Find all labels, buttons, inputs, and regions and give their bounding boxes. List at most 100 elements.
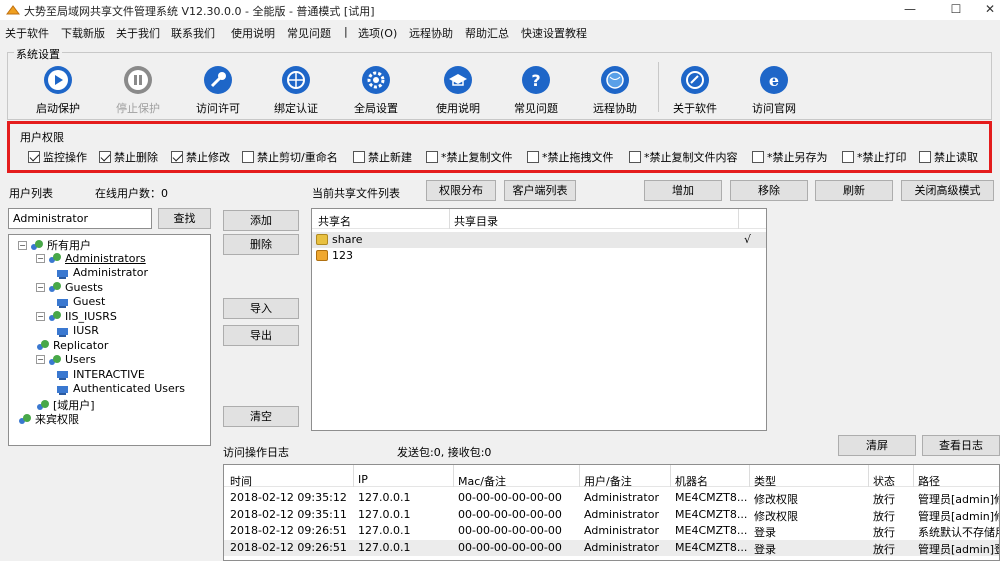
clear-screen-button[interactable]: 清屏 [838, 435, 916, 456]
client-list-button[interactable]: 客户端列表 [504, 180, 576, 201]
log-col-header[interactable]: 类型 [754, 473, 776, 489]
table-row[interactable]: 2018-02-12 09:26:51 127.0.0.1 00-00-00-00-… [224, 523, 999, 539]
global-settings-button[interactable]: 全局设置 [338, 62, 414, 116]
start-protect-button[interactable]: 启动保护 [20, 62, 96, 116]
tree-node[interactable]: Authenticated Users [56, 382, 185, 395]
refresh-button[interactable]: 刷新 [815, 180, 893, 201]
menu-contact[interactable]: 联系我们 [171, 25, 215, 41]
checkbox-no-delete[interactable] [99, 151, 111, 163]
tree-node[interactable]: INTERACTIVE [56, 368, 145, 381]
perm-no-cut-rename[interactable]: 禁止剪切/重命名 [242, 149, 338, 165]
collapse-icon[interactable]: − [18, 240, 27, 250]
bind-auth-button[interactable]: 绑定认证 [258, 62, 334, 116]
table-row[interactable]: 2018-02-12 09:26:51 127.0.0.1 00-00-00-00-… [224, 539, 1000, 556]
close-advanced-mode-button[interactable]: 关闭高级模式 [901, 180, 994, 201]
tree-node[interactable]: − Users [36, 353, 96, 366]
usage-guide-button[interactable]: 使用说明 [420, 62, 496, 116]
log-cell: 2018-02-12 09:26:51 [230, 540, 347, 554]
minimize-button[interactable]: — [890, 0, 930, 20]
perm-monitor[interactable]: 监控操作 [28, 149, 87, 165]
delete-user-button[interactable]: 删除 [223, 234, 299, 255]
checkbox-no-copy-content[interactable] [629, 151, 641, 163]
perm-no-print[interactable]: *禁止打印 [842, 149, 907, 165]
checkbox-no-create[interactable] [353, 151, 365, 163]
tree-node[interactable]: Guest [56, 295, 105, 308]
add-user-button[interactable]: 添加 [223, 210, 299, 231]
perm-no-read[interactable]: 禁止读取 [919, 149, 978, 165]
collapse-icon[interactable]: − [36, 311, 45, 321]
remove-share-button[interactable]: 移除 [730, 180, 808, 201]
tree-node-label: IUSR [73, 324, 99, 337]
perm-no-delete[interactable]: 禁止删除 [99, 149, 158, 165]
log-col-header[interactable]: Mac/备注 [458, 473, 506, 489]
menu-options[interactable]: 选项(O) [358, 25, 397, 41]
close-button[interactable]: ✕ [970, 0, 1000, 20]
log-col-header[interactable]: 用户/备注 [584, 473, 632, 489]
log-col-header[interactable]: 机器名 [675, 473, 708, 489]
table-row[interactable]: share √ [312, 232, 766, 248]
perm-no-save-as[interactable]: *禁止另存为 [752, 149, 828, 165]
share-table[interactable]: 共享名 共享目录 share √ 123 [311, 208, 767, 431]
tree-node[interactable]: Administrator [56, 266, 148, 279]
collapse-icon[interactable]: − [36, 253, 45, 263]
tree-node[interactable]: IUSR [56, 324, 99, 337]
checkbox-no-read[interactable] [919, 151, 931, 163]
export-button[interactable]: 导出 [223, 325, 299, 346]
about-software-button[interactable]: 关于软件 [657, 62, 733, 116]
perm-no-copy-file[interactable]: *禁止复制文件 [426, 149, 513, 165]
official-site-button[interactable]: e 访问官网 [736, 62, 812, 116]
tree-node[interactable]: − Guests [36, 281, 103, 294]
menu-help-summary[interactable]: 帮助汇总 [465, 25, 509, 41]
checkbox-no-copy-file[interactable] [426, 151, 438, 163]
checkbox-no-cut-rename[interactable] [242, 151, 254, 163]
checkbox-no-save-as[interactable] [752, 151, 764, 163]
menu-remote-help[interactable]: 远程协助 [409, 25, 453, 41]
log-cell: 00-00-00-00-00-00 [458, 540, 562, 554]
collapse-icon[interactable]: − [36, 355, 45, 364]
table-row[interactable]: 2018-02-12 09:35:11 127.0.0.1 00-00-00-00-… [224, 507, 999, 523]
tree-node[interactable]: 来宾权限 [18, 411, 79, 427]
perm-no-modify[interactable]: 禁止修改 [171, 149, 230, 165]
table-row[interactable]: 2018-02-12 09:35:12 127.0.0.1 00-00-00-00-… [224, 490, 999, 506]
col-divider [738, 209, 739, 229]
clear-button[interactable]: 清空 [223, 406, 299, 427]
user-search-input[interactable] [8, 208, 152, 229]
log-col-header[interactable]: 时间 [230, 473, 252, 489]
import-button[interactable]: 导入 [223, 298, 299, 319]
tree-node[interactable]: Replicator [36, 339, 108, 352]
stop-protect-button[interactable]: 停止保护 [100, 62, 176, 116]
remote-assist-button[interactable]: 远程协助 [577, 62, 653, 116]
tree-node[interactable]: − Administrators [36, 252, 146, 265]
perm-no-copy-content[interactable]: *禁止复制文件内容 [629, 149, 738, 165]
tree-node[interactable]: − IIS_IUSRS [36, 310, 117, 323]
col-share-name[interactable]: 共享名 [318, 213, 351, 229]
find-user-button[interactable]: 查找 [158, 208, 211, 229]
menu-quick-setup[interactable]: 快速设置教程 [521, 25, 587, 41]
perm-no-drag-file[interactable]: *禁止拖拽文件 [527, 149, 614, 165]
log-col-header[interactable]: IP [358, 473, 368, 486]
faq-button[interactable]: ? 常见问题 [498, 62, 574, 116]
checkbox-no-print[interactable] [842, 151, 854, 163]
checkbox-monitor[interactable] [28, 151, 40, 163]
system-settings-label: 系统设置 [14, 46, 62, 62]
add-share-button[interactable]: 增加 [644, 180, 722, 201]
log-col-header[interactable]: 路径 [918, 473, 940, 489]
menu-faq[interactable]: 常见问题 [287, 25, 331, 41]
menu-usage[interactable]: 使用说明 [231, 25, 275, 41]
log-col-header[interactable]: 状态 [873, 473, 895, 489]
checkbox-no-modify[interactable] [171, 151, 183, 163]
collapse-icon[interactable]: − [36, 282, 45, 292]
menu-about-software[interactable]: 关于软件 [5, 25, 49, 41]
log-cell: 管理员[admin]登 [918, 542, 1000, 556]
menu-about-us[interactable]: 关于我们 [116, 25, 160, 41]
perm-no-create[interactable]: 禁止新建 [353, 149, 412, 165]
access-permit-button[interactable]: 访问许可 [180, 62, 256, 116]
access-log-table[interactable]: 时间 IP Mac/备注 用户/备注 机器名 类型 状态 路径 2018-02-12 09:3… [223, 464, 1000, 561]
table-row[interactable]: 123 [312, 248, 766, 264]
checkbox-no-drag-file[interactable] [527, 151, 539, 163]
view-log-button[interactable]: 查看日志 [922, 435, 1000, 456]
permission-distribution-button[interactable]: 权限分布 [426, 180, 496, 201]
user-icon [57, 327, 68, 337]
menu-download[interactable]: 下载新版 [61, 25, 105, 41]
col-share-dir[interactable]: 共享目录 [454, 213, 498, 229]
